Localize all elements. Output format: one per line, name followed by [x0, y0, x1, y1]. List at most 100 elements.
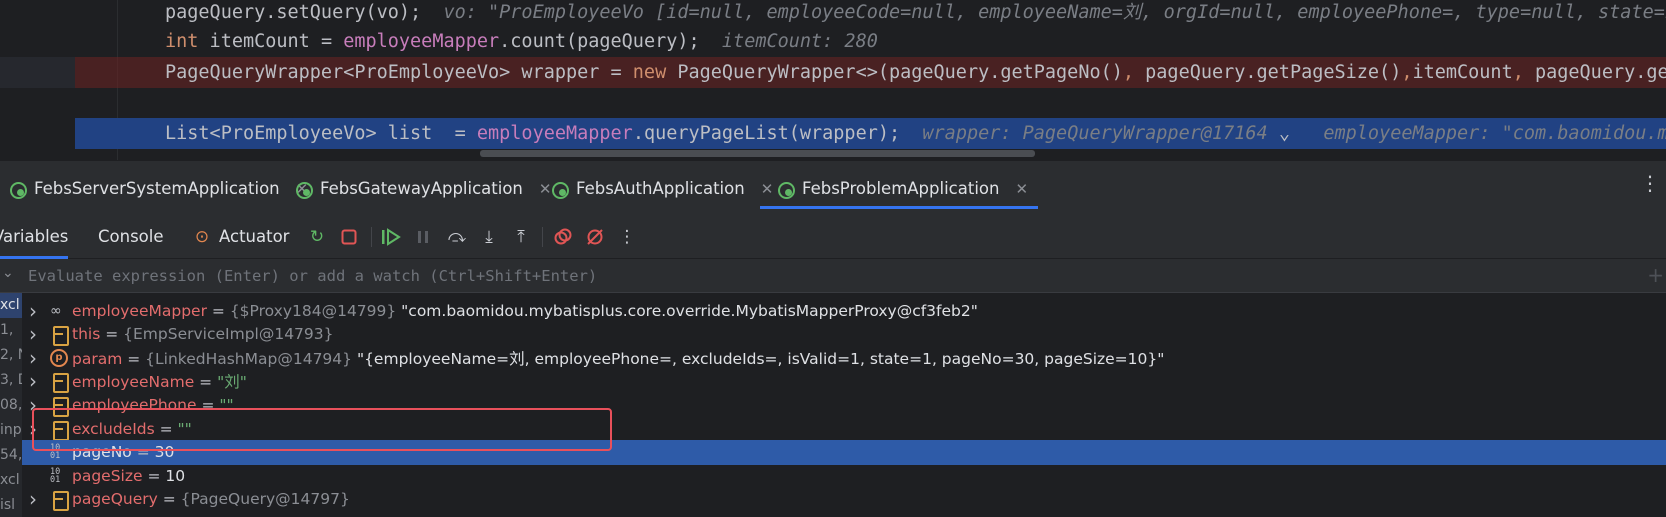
tab-febs-server-system[interactable]: FebsServerSystemApplication ✕ [8, 161, 308, 216]
step-over-icon[interactable]: ⤼ [446, 226, 468, 248]
code-token: new [632, 62, 667, 83]
step-out-icon[interactable]: ⤒ [510, 226, 532, 248]
tab-actuator[interactable]: Actuator [219, 215, 289, 259]
code-token: employeeMapper [343, 31, 500, 52]
code-line[interactable]: int itemCount = employeeMapper.count(pag… [0, 26, 1666, 57]
variable-row[interactable]: › ∞ employeeMapper = {$Proxy184@14799} "co… [22, 298, 1666, 323]
code-text: int itemCount = employeeMapper.count(pag… [165, 26, 878, 57]
variable-row[interactable]: › employeePhone = "" [22, 392, 1666, 417]
code-text: PageQueryWrapper<ProEmployeeVo> wrapper … [165, 57, 1666, 88]
evaluate-expression-input[interactable] [28, 262, 1628, 290]
code-line[interactable]: pageQuery.setQuery(vo); vo: "ProEmployee… [0, 0, 1666, 28]
spring-app-icon [294, 179, 314, 199]
variable-text: excludeIds = "" [72, 420, 192, 438]
resume-icon[interactable] [380, 226, 402, 248]
more-options-icon[interactable]: ⋮ [616, 226, 638, 248]
variable-type: {EmpServiceImpl@14793} [123, 325, 334, 344]
tab-variables[interactable]: Variables [0, 215, 69, 259]
param-icon: p [50, 348, 68, 367]
variable-value: 30 [154, 443, 175, 462]
frame-item[interactable]: 2, N [0, 343, 22, 368]
code-token: , [1122, 62, 1135, 83]
variable-text: pageSize = 10 [72, 467, 185, 485]
variable-text: this = {EmpServiceImpl@14793} [72, 325, 334, 343]
variable-row[interactable]: › pageQuery = {PageQuery@14797} [22, 487, 1666, 512]
step-into-icon[interactable]: ⤓ [478, 226, 500, 248]
primitive-icon: 10 01 [50, 466, 61, 485]
variable-text: employeeName = "刘" [72, 370, 247, 392]
frame-item[interactable]: xcl [0, 468, 22, 493]
variable-name: employeeName [72, 373, 195, 392]
variable-row[interactable]: › excludeIds = "" [22, 416, 1666, 441]
variable-row[interactable]: › this = {EmpServiceImpl@14793} [22, 322, 1666, 347]
chevron-down-icon[interactable]: ⌄ [2, 265, 14, 281]
chevron-right-icon[interactable]: › [29, 346, 41, 370]
variables-tree[interactable]: › ∞ employeeMapper = {$Proxy184@14799} "co… [22, 293, 1666, 517]
chevron-right-icon[interactable]: › [29, 393, 41, 417]
variable-row[interactable]: 10 01 pageSize = 10 [22, 463, 1666, 488]
variable-value: "" [219, 395, 234, 414]
code-line[interactable]: PageQueryWrapper<ProEmployeeVo> wrapper … [75, 57, 1666, 88]
horizontal-scrollbar[interactable] [480, 150, 1035, 157]
code-token: itemCount = [198, 31, 344, 52]
rerun-icon[interactable]: ↻ [306, 226, 328, 248]
tab-febs-problem[interactable]: FebsProblemApplication ✕ [759, 161, 1039, 216]
code-token: pageQuery.getC [1534, 62, 1666, 83]
variable-equals: = [122, 349, 146, 368]
variable-row[interactable]: › p param = {LinkedHashMap@14794} "{employ… [22, 345, 1666, 370]
field-icon [50, 325, 69, 347]
frame-item[interactable]: 08, [0, 393, 22, 418]
code-token: PageQueryWrapper<ProEmployeeVo> wrapper … [165, 62, 633, 83]
chevron-right-icon[interactable]: › [29, 417, 41, 441]
field-icon [50, 420, 69, 441]
variable-row[interactable]: › employeeName = "刘" [22, 369, 1666, 394]
tab-label: FebsAuthApplication [576, 179, 745, 198]
code-token: , [1401, 62, 1413, 83]
evaluate-row: ⌄ + [0, 259, 1666, 293]
chevron-right-icon[interactable]: › [29, 369, 41, 393]
frame-item[interactable]: inp [0, 418, 22, 443]
close-icon[interactable]: ✕ [761, 180, 774, 198]
code-text: pageQuery.setQuery(vo); vo: "ProEmployee… [165, 0, 1666, 28]
chevron-right-icon[interactable]: › [29, 322, 41, 346]
stop-icon[interactable] [338, 226, 360, 248]
variable-value: "com.baomidou.mybatisplus.core.override.… [396, 301, 978, 320]
variable-row[interactable]: 10 01 pageNo = 30 [22, 439, 1666, 465]
variable-equals: = [157, 490, 181, 509]
variable-name: employeeMapper [72, 301, 207, 320]
frame-item[interactable]: 3, D [0, 368, 22, 393]
close-icon[interactable]: ✕ [1015, 180, 1028, 198]
more-options-icon[interactable]: ⋮ [1640, 171, 1660, 195]
frames-panel[interactable]: xcl1, 2, N3, D08, inp54, xclisl [0, 293, 22, 517]
tab-febs-auth[interactable]: FebsAuthApplication ✕ [550, 161, 773, 216]
actuator-icon: ⊙ [194, 227, 210, 247]
variable-name: this [72, 325, 101, 344]
tab-febs-gateway[interactable]: FebsGatewayApplication ✕ [294, 161, 551, 216]
frame-item[interactable]: xcl [0, 293, 22, 318]
tab-console[interactable]: Console [98, 215, 164, 259]
code-line[interactable] [0, 88, 1666, 119]
code-editor[interactable]: pageQuery.setQuery(vo); vo: "ProEmployee… [0, 0, 1666, 160]
frame-item[interactable]: isl [0, 493, 22, 517]
variable-equals: = [131, 443, 155, 462]
code-token: List<ProEmployeeVo> list = [165, 123, 477, 144]
variable-name: employeePhone [72, 395, 197, 414]
code-line-current[interactable]: List<ProEmployeeVo> list = employeeMappe… [75, 118, 1666, 149]
chevron-right-icon[interactable]: › [29, 299, 41, 323]
variable-name: pageNo [72, 443, 132, 462]
variable-name: pageSize [72, 466, 143, 485]
spring-app-icon [8, 179, 28, 199]
primitive-icon: 10 01 [50, 443, 61, 462]
frame-item[interactable]: 1, [0, 318, 22, 343]
add-watch-icon[interactable]: + [1647, 263, 1664, 287]
code-text: List<ProEmployeeVo> list = employeeMappe… [165, 118, 1666, 149]
field-icon [50, 396, 69, 417]
spring-app-icon [776, 179, 796, 199]
mute-breakpoints-icon[interactable] [584, 226, 606, 248]
frame-item[interactable]: 54, [0, 443, 22, 468]
view-breakpoints-icon[interactable] [552, 226, 574, 248]
inline-debug-hint: vo: "ProEmployeeVo [id=null, employeeCod… [421, 2, 1666, 23]
variable-text: pageNo = 30 [72, 443, 174, 461]
chevron-right-icon[interactable]: › [29, 487, 41, 511]
pause-icon[interactable] [412, 226, 434, 248]
